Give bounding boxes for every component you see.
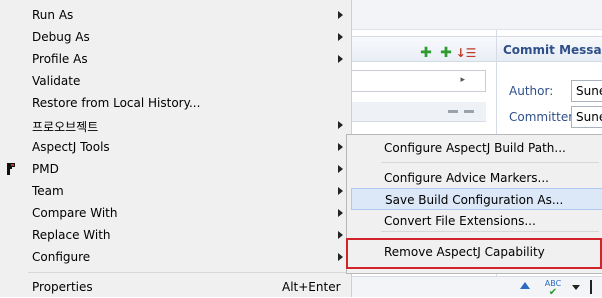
menu-item-label: Validate [32,74,81,88]
chevron-down-icon[interactable] [572,285,580,290]
menu-item-debug-as[interactable]: Debug As [0,26,352,48]
submenu-arrow-icon [338,121,343,129]
menu-separator [381,231,599,232]
menu-separator [28,272,350,273]
submenu-arrow-icon [338,231,343,239]
menu-separator [381,162,599,163]
submenu-arrow-icon [338,143,343,151]
commit-message-header: Commit Message [497,36,602,62]
menu-item-accelerator: Alt+Enter [282,280,341,294]
submenu-item-configure-advice-markers[interactable]: Configure Advice Markers... [351,167,602,189]
submenu-arrow-icon [338,209,343,217]
menu-item-label: Profile As [32,52,88,66]
bottom-toolbar: ABC ✔ [350,276,602,298]
submenu-item-convert-file-extensions[interactable]: Convert File Extensions... [351,210,602,232]
menu-item-label: Compare With [32,206,118,220]
menu-item-validate[interactable]: Validate [0,70,352,92]
menu-item-configure[interactable]: Configure [0,246,352,268]
committer-label: Committer: [509,110,577,124]
submenu-item-configure-build-path[interactable]: Configure AspectJ Build Path... [351,137,602,159]
editor-top-bar [350,0,602,30]
menu-item-label: Replace With [32,228,111,242]
menu-item-label: AspectJ Tools [32,140,110,154]
staging-toolbar: ✚ ✚ ↓☰ [418,45,477,61]
submenu-arrow-icon [338,55,343,63]
menu-item-label: Team [32,184,64,198]
sort-list-icon[interactable]: ↓☰ [456,45,477,61]
menu-item-compare-with[interactable]: Compare With [0,202,352,224]
menu-item-team[interactable]: Team [0,180,352,202]
add-icon[interactable]: ✚ [418,45,434,61]
menu-item-label: Run As [32,8,74,22]
staged-changes-header [350,102,486,122]
menu-item-profile-as[interactable]: Profile As [0,48,352,70]
toolbar-separator [590,280,592,294]
author-field[interactable]: Sune [571,80,602,102]
pmd-icon [7,163,15,175]
author-label: Author: [509,84,554,98]
submenu-arrow-icon [338,253,343,261]
menu-item-label: 프로오브젝트 [32,120,99,134]
submenu-item-label: Configure Advice Markers... [384,171,549,185]
menu-item-restore-local-history[interactable]: Restore from Local History... [0,92,352,114]
staging-filter-combo[interactable]: ▸ [350,70,486,92]
submenu-item-save-build-configuration[interactable]: Save Build Configuration As... [351,188,602,210]
menu-item-pmd[interactable]: PMD [0,158,352,180]
menu-item-label: Restore from Local History... [32,96,201,110]
menu-item-korean-object[interactable]: 프로오브젝트 [0,114,352,136]
collapse-icon[interactable] [448,110,476,113]
arrow-up-icon[interactable] [520,282,530,289]
menu-item-properties[interactable]: Properties Alt+Enter [0,276,352,298]
submenu-item-label: Convert File Extensions... [384,214,536,228]
menu-item-label: Debug As [32,30,90,44]
committer-field[interactable]: Sune [571,106,602,128]
context-menu: Run As Debug As Profile As Validate Rest… [0,0,352,297]
submenu-arrow-icon [338,33,343,41]
menu-item-label: Configure [32,250,91,264]
menu-item-replace-with[interactable]: Replace With [0,224,352,246]
submenu-item-label: Save Build Configuration As... [385,193,564,207]
staging-pane-header: ✚ ✚ ↓☰ [350,36,496,62]
submenu-arrow-icon [338,11,343,19]
spell-check-icon[interactable]: ABC ✔ [543,279,563,298]
commit-message-title: Commit Message [503,43,602,57]
submenu-item-label: Configure AspectJ Build Path... [384,141,566,155]
menu-item-label: Properties [32,280,93,294]
menu-item-label: PMD [32,162,59,176]
menu-item-run-as[interactable]: Run As [0,4,352,26]
chevron-right-icon: ▸ [460,75,465,85]
menu-item-aspectj-tools[interactable]: AspectJ Tools [0,136,352,158]
submenu-arrow-icon [338,187,343,195]
submenu-arrow-icon [338,165,343,173]
annotation-highlight-box [346,238,602,269]
add-all-icon[interactable]: ✚ [438,45,454,61]
